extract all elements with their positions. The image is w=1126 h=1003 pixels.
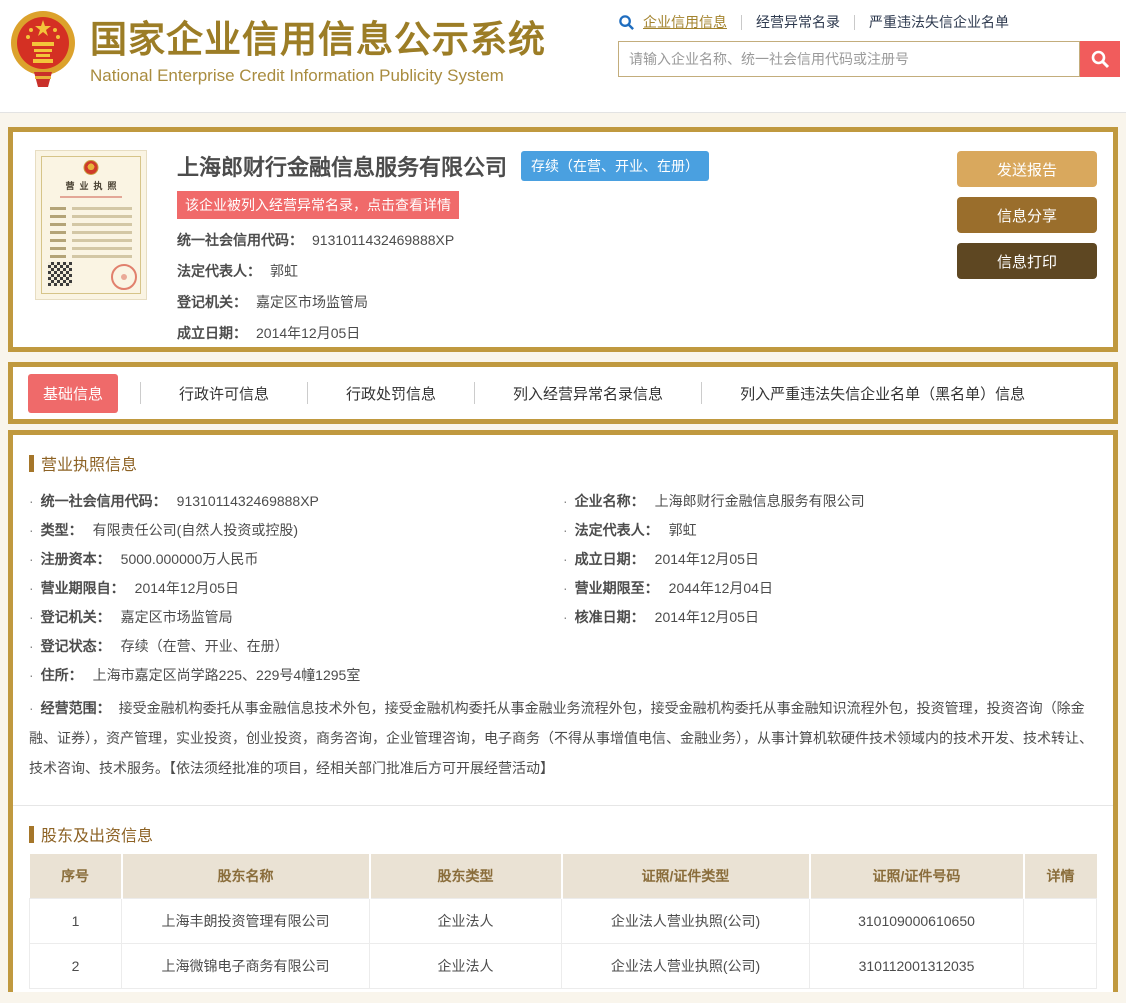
license-emblem-icon bbox=[84, 160, 99, 175]
site-title: 国家企业信用信息公示系统 bbox=[90, 9, 546, 63]
search-scope-tabs: 企业信用信息 经营异常名录 严重违法失信企业名单 bbox=[643, 12, 1009, 32]
company-field: 成立日期：2014年12月05日 bbox=[177, 323, 957, 343]
business-scope-field: ·经营范围：接受金融机构委托从事金融信息技术外包，接受金融机构委托从事金融业务流… bbox=[29, 693, 1097, 783]
abnormal-operation-warning-link[interactable]: 该企业被列入经营异常名录，点击查看详情 bbox=[177, 191, 459, 219]
col-header-cert-type: 证照/证件类型 bbox=[562, 854, 810, 898]
action-button[interactable]: 发送报告 bbox=[957, 151, 1097, 187]
table-row: 1 上海丰朗投资管理有限公司 企业法人 企业法人营业执照(公司) 3101090… bbox=[30, 898, 1097, 943]
section-tabs: 基础信息 行政许可信息 行政处罚信息 列入经营异常名录信息 列入严重违法失信企业… bbox=[8, 362, 1118, 424]
info-field: ·法定代表人：郭虹 bbox=[563, 516, 1097, 545]
search-input[interactable] bbox=[618, 41, 1080, 77]
company-field: 法定代表人：郭虹 bbox=[177, 261, 957, 281]
cell-detail bbox=[1024, 898, 1097, 943]
col-header-name: 股东名称 bbox=[122, 854, 370, 898]
business-license-image: 营业执照 bbox=[35, 150, 147, 300]
info-field: ·营业期限自：2014年12月05日 bbox=[29, 574, 563, 603]
cell-name: 上海丰朗投资管理有限公司 bbox=[122, 898, 370, 943]
col-header-no: 序号 bbox=[30, 854, 122, 898]
company-field: 统一社会信用代码：9131011432469888XP bbox=[177, 230, 957, 250]
col-header-cert-no: 证照/证件号码 bbox=[810, 854, 1024, 898]
national-emblem-logo bbox=[8, 6, 78, 88]
search-scope-tab[interactable]: 严重违法失信企业名单 bbox=[869, 12, 1009, 32]
info-field: ·企业名称：上海郎财行金融信息服务有限公司 bbox=[563, 487, 1097, 516]
license-info-fields: ·统一社会信用代码：9131011432469888XP ·类型：有限责任公司(… bbox=[29, 487, 1097, 690]
action-buttons: 发送报告 信息分享 信息打印 bbox=[957, 150, 1097, 347]
search-area: 企业信用信息 经营异常名录 严重违法失信企业名单 bbox=[618, 12, 1120, 77]
cell-no: 1 bbox=[30, 898, 122, 943]
company-name: 上海郎财行金融信息服务有限公司 bbox=[177, 150, 507, 182]
company-summary-card: 营业执照 上海郎财行金融信息服务有限公司 存续（在营、开业、在册） 该企业被列入… bbox=[8, 127, 1118, 352]
search-button[interactable] bbox=[1080, 41, 1120, 77]
cell-no: 2 bbox=[30, 943, 122, 988]
nav-divider bbox=[741, 15, 742, 30]
section-tab[interactable]: 基础信息 bbox=[28, 374, 118, 413]
cell-cert-no: 310112001312035 bbox=[810, 943, 1024, 988]
info-field: ·住所：上海市嘉定区尚学路225、229号4幢1295室 bbox=[29, 661, 563, 690]
cell-detail bbox=[1024, 943, 1097, 988]
section-marker bbox=[29, 455, 34, 472]
license-red-seal bbox=[111, 264, 137, 290]
table-row: 2 上海微锦电子商务有限公司 企业法人 企业法人营业执照(公司) 3101120… bbox=[30, 943, 1097, 988]
license-title: 营业执照 bbox=[36, 179, 146, 192]
shareholders-section-title: 股东及出资信息 bbox=[41, 822, 153, 846]
col-header-detail: 详情 bbox=[1024, 854, 1097, 898]
col-header-type: 股东类型 bbox=[370, 854, 562, 898]
site-subtitle: National Enterprise Credit Information P… bbox=[90, 66, 546, 86]
site-header: 国家企业信用信息公示系统 National Enterprise Credit … bbox=[0, 0, 1126, 113]
cell-cert-type: 企业法人营业执照(公司) bbox=[562, 898, 810, 943]
content-card: 营业执照信息 ·统一社会信用代码：9131011432469888XP ·类型：… bbox=[8, 430, 1118, 992]
section-tab[interactable]: 行政处罚信息 bbox=[308, 383, 474, 404]
cell-name: 上海微锦电子商务有限公司 bbox=[122, 943, 370, 988]
license-info-section-title: 营业执照信息 bbox=[41, 451, 137, 475]
section-tab[interactable]: 列入经营异常名录信息 bbox=[475, 383, 701, 404]
search-icon bbox=[618, 14, 635, 31]
info-field: ·注册资本：5000.000000万人民币 bbox=[29, 545, 563, 574]
table-header-row: 序号 股东名称 股东类型 证照/证件类型 证照/证件号码 详情 bbox=[30, 854, 1097, 898]
shareholders-table: 序号 股东名称 股东类型 证照/证件类型 证照/证件号码 详情 1 上海丰朗投资… bbox=[29, 854, 1097, 989]
cell-cert-no: 310109000610650 bbox=[810, 898, 1024, 943]
section-marker bbox=[29, 826, 34, 843]
shareholders-section: 股东及出资信息 序号 股东名称 股东类型 证照/证件类型 证照/证件号码 详情 … bbox=[29, 806, 1097, 989]
action-button[interactable]: 信息打印 bbox=[957, 243, 1097, 279]
cell-type: 企业法人 bbox=[370, 943, 562, 988]
search-scope-tab[interactable]: 经营异常名录 bbox=[756, 12, 840, 32]
info-field: ·类型：有限责任公司(自然人投资或控股) bbox=[29, 516, 563, 545]
cell-cert-type: 企业法人营业执照(公司) bbox=[562, 943, 810, 988]
cell-type: 企业法人 bbox=[370, 898, 562, 943]
company-field: 登记机关：嘉定区市场监管局 bbox=[177, 292, 957, 312]
section-tab[interactable]: 行政许可信息 bbox=[141, 383, 307, 404]
info-field: ·登记状态：存续（在营、开业、在册） bbox=[29, 632, 563, 661]
status-badge: 存续（在营、开业、在册） bbox=[521, 151, 709, 181]
action-button[interactable]: 信息分享 bbox=[957, 197, 1097, 233]
info-field: ·统一社会信用代码：9131011432469888XP bbox=[29, 487, 563, 516]
info-field: ·登记机关：嘉定区市场监管局 bbox=[29, 603, 563, 632]
license-qr-code bbox=[48, 262, 72, 286]
info-field: ·营业期限至：2044年12月04日 bbox=[563, 574, 1097, 603]
info-field: ·核准日期：2014年12月05日 bbox=[563, 603, 1097, 632]
info-field: ·成立日期：2014年12月05日 bbox=[563, 545, 1097, 574]
section-tab[interactable]: 列入严重违法失信企业名单（黑名单）信息 bbox=[702, 383, 1063, 404]
search-button-icon bbox=[1090, 49, 1110, 69]
search-scope-tab[interactable]: 企业信用信息 bbox=[643, 12, 727, 32]
nav-divider bbox=[854, 15, 855, 30]
